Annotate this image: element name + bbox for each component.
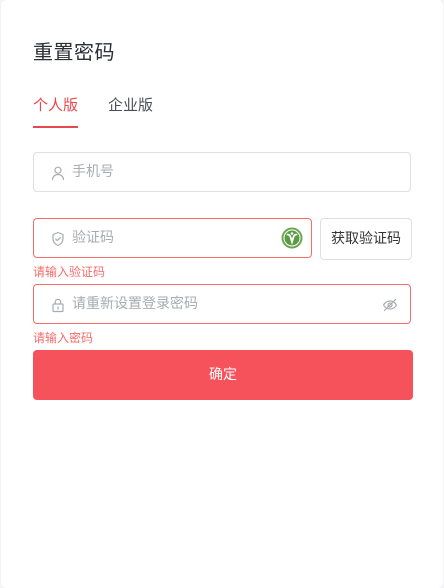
tab-enterprise[interactable]: 企业版 — [108, 94, 153, 128]
reset-password-card: 重置密码 个人版 企业版 获取验证码 请输入验证码 — [1, 0, 443, 588]
password-input[interactable] — [72, 285, 362, 323]
submit-button[interactable]: 确定 — [33, 350, 413, 400]
user-icon — [52, 166, 64, 181]
verification-code-field — [33, 218, 362, 258]
verification-badge-icon — [281, 227, 303, 249]
phone-input[interactable] — [72, 153, 362, 191]
phone-field — [33, 152, 411, 192]
password-field — [33, 284, 411, 324]
eye-off-icon[interactable] — [382, 297, 398, 313]
password-error-message: 请输入密码 — [33, 331, 94, 345]
lock-icon — [52, 298, 64, 313]
shield-icon — [52, 231, 64, 247]
page-title: 重置密码 — [33, 40, 115, 64]
get-code-button[interactable]: 获取验证码 — [320, 218, 412, 260]
tab-personal[interactable]: 个人版 — [33, 94, 79, 128]
code-error-message: 请输入验证码 — [33, 265, 106, 279]
account-type-tabs: 个人版 企业版 — [33, 94, 153, 130]
verification-code-input[interactable] — [72, 219, 362, 257]
